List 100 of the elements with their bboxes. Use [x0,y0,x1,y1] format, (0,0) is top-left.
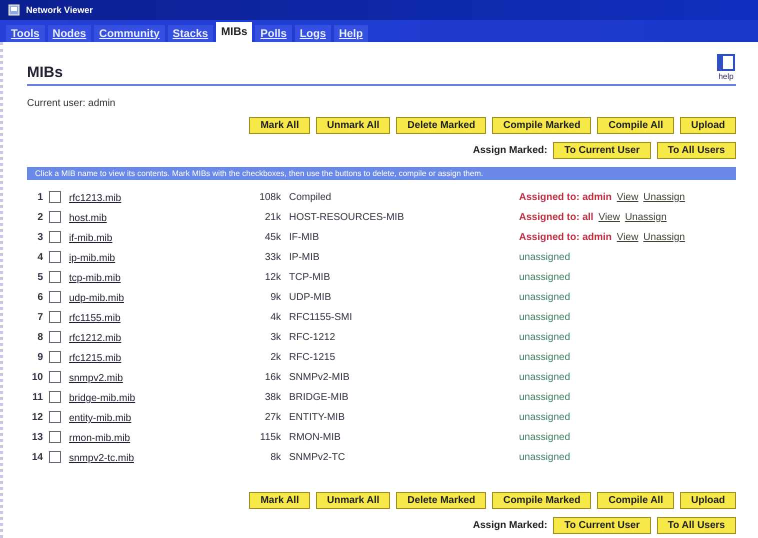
size-cell-text: 108k [258,192,282,202]
window-title: Network Viewer [26,5,93,15]
status-text: unassigned [519,272,570,282]
row-checkbox[interactable] [49,351,61,363]
assign-button[interactable]: To Current User [553,517,651,534]
row-number: 13 [30,432,44,442]
mib-file-link[interactable]: snmpv2-tc.mib [69,453,134,464]
row-link[interactable]: View [598,212,620,222]
mib-file-link[interactable]: rfc1212.mib [69,333,122,344]
row-checkbox[interactable] [49,411,61,423]
assign-label: Assign Marked: [472,520,548,531]
assign-button[interactable]: To Current User [553,142,651,159]
row-checkbox[interactable] [49,371,61,383]
row-checkbox[interactable] [49,331,61,343]
mib-file-link[interactable]: if-mib.mib [69,233,112,244]
row-checkbox[interactable] [49,311,61,323]
mib-file-link[interactable]: host.mib [69,213,107,224]
action-button[interactable]: Mark All [249,117,310,134]
action-button[interactable]: Compile All [597,117,674,134]
size-cell-text: 115k [259,432,282,442]
current-user-text: Current user: admin [27,98,116,109]
action-button[interactable]: Delete Marked [396,492,486,509]
nav-tab[interactable]: Nodes [48,25,92,42]
nav-tab[interactable]: Community [94,25,165,42]
row-number: 3 [36,232,44,242]
row-number: 12 [30,412,44,422]
row-number: 14 [30,452,44,462]
size-cell-text: 21k [264,212,282,222]
row-number: 9 [36,352,44,362]
nav-tab[interactable]: Help [334,25,368,42]
mib-file-link[interactable]: ip-mib.mib [69,253,116,264]
assign-button[interactable]: To All Users [656,517,736,534]
mib-file-link[interactable]: udp-mib.mib [69,293,124,304]
size-cell-text: 2k [269,352,282,362]
size-cell-text: 8k [269,452,282,462]
description-cell-text: IP-MIB [289,252,321,262]
action-button[interactable]: Compile Marked [492,117,592,134]
description-cell-text: UDP-MIB [289,292,332,302]
row-checkbox[interactable] [49,271,61,283]
action-button[interactable]: Compile Marked [492,492,592,509]
mib-file-link[interactable]: tcp-mib.mib [69,273,121,284]
mib-file-link[interactable]: rfc1215.mib [69,353,122,364]
row-checkbox[interactable] [49,211,61,223]
help-icon [716,54,736,72]
mib-file-link[interactable]: snmpv2.mib [69,373,123,384]
action-button[interactable]: Upload [680,492,736,509]
nav-tab[interactable]: Tools [6,25,45,42]
nav-tab[interactable]: Stacks [168,25,214,42]
row-link[interactable]: View [616,232,638,242]
row-link[interactable]: Unassign [643,192,685,202]
status-text: unassigned [519,412,570,422]
mib-file-link[interactable]: rfc1213.mib [69,193,122,204]
row-link[interactable]: Unassign [643,232,685,242]
mib-file-link[interactable]: rmon-mib.mib [69,433,130,444]
row-link[interactable]: Unassign [624,212,667,222]
nav-tab[interactable]: MIBs [216,22,252,42]
description-cell-text: ENTITY-MIB [289,412,346,422]
help-link[interactable]: help [716,54,736,81]
mib-file-link[interactable]: bridge-mib.mib [69,393,136,404]
size-cell-text: 4k [269,312,282,322]
size-cell-text: 16k [264,372,282,382]
description-cell-text: SNMPv2-TC [289,452,346,462]
row-checkbox[interactable] [49,451,61,463]
mib-file-link[interactable]: rfc1155.mib [69,313,121,324]
row-checkbox[interactable] [49,291,61,303]
description-cell-text: BRIDGE-MIB [289,392,350,402]
action-button[interactable]: Mark All [249,492,310,509]
action-button[interactable]: Delete Marked [396,117,486,134]
row-checkbox[interactable] [49,391,61,403]
status-text: unassigned [519,392,570,402]
size-cell-text: 27k [264,412,282,422]
page-title: MIBs [27,64,63,81]
row-checkbox[interactable] [49,231,61,243]
status-text: Assigned to: admin [519,192,612,202]
row-number: 10 [30,372,44,382]
description-cell-text: RFC1155-SMI [289,312,354,322]
nav-tab[interactable]: Polls [255,25,292,42]
assign-button[interactable]: To All Users [656,142,736,159]
nav-tab[interactable]: Logs [294,25,331,42]
row-number: 7 [36,312,44,322]
description-cell-text: TCP-MIB [289,272,332,282]
row-link[interactable]: View [616,192,638,202]
row-number: 2 [36,212,44,222]
app-icon [8,4,20,16]
size-cell-text: 9k [269,292,282,302]
mib-file-link[interactable]: entity-mib.mib [69,413,132,424]
action-button[interactable]: Compile All [597,492,674,509]
status-text: unassigned [519,432,570,442]
row-checkbox[interactable] [49,251,61,263]
status-text: unassigned [519,312,570,322]
status-text: unassigned [519,332,570,342]
description-cell-text: Compiled [289,192,332,202]
size-cell-text: 38k [264,392,282,402]
action-button[interactable]: Unmark All [316,117,390,134]
row-checkbox[interactable] [49,431,61,443]
status-text: Assigned to: all [519,212,594,222]
action-button[interactable]: Unmark All [316,492,390,509]
status-text: unassigned [519,372,570,382]
row-checkbox[interactable] [49,191,61,203]
action-button[interactable]: Upload [680,117,736,134]
